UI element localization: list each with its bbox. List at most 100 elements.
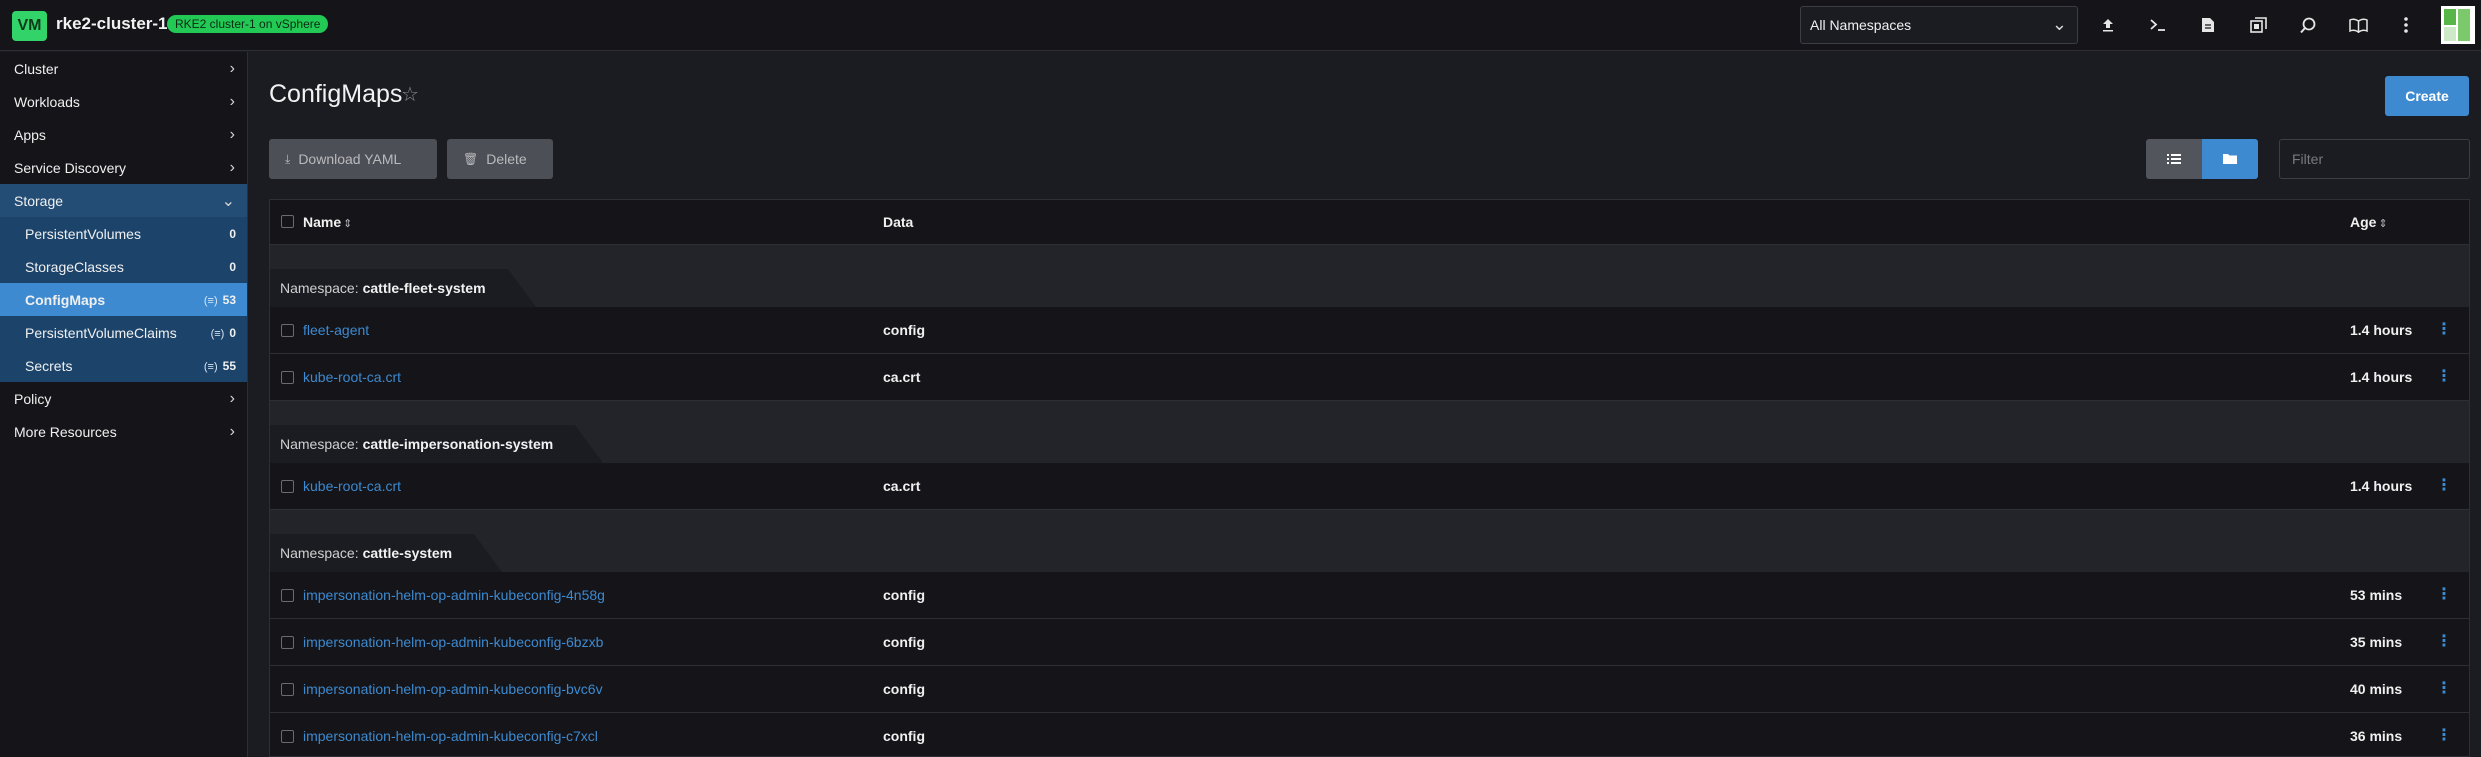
row-actions-icon[interactable]: ⋮ <box>2436 584 2452 604</box>
chevron-right-icon: › <box>229 422 235 440</box>
nav-group-label: More Resources <box>14 423 117 440</box>
row-checkbox[interactable] <box>281 371 294 384</box>
row-checkbox[interactable] <box>281 589 294 602</box>
configmap-data: config <box>883 322 925 338</box>
configmap-name-link[interactable]: impersonation-helm-op-admin-kubeconfig-c… <box>303 728 598 744</box>
configmap-name-link[interactable]: impersonation-helm-op-admin-kubeconfig-4… <box>303 587 605 603</box>
configmap-name-link[interactable]: impersonation-helm-op-admin-kubeconfig-b… <box>303 681 603 697</box>
book-icon[interactable] <box>2345 12 2371 38</box>
nav-group-service-discovery[interactable]: Service Discovery › <box>0 151 247 184</box>
configmap-name-link[interactable]: kube-root-ca.crt <box>303 478 401 494</box>
copy-kubeconfig-icon[interactable] <box>2245 12 2271 38</box>
table-row: impersonation-helm-op-admin-kubeconfig-4… <box>270 572 2469 619</box>
group-by-toggle <box>2146 139 2258 179</box>
chevron-right-icon: › <box>229 389 235 407</box>
sidebar-item-configmaps[interactable]: ConfigMaps (≡) 53 <box>0 283 247 316</box>
chevron-right-icon: › <box>229 92 235 110</box>
configmap-data: ca.crt <box>883 478 921 494</box>
delete-label: Delete <box>486 151 527 167</box>
column-header-data: Data <box>883 214 914 230</box>
configmap-age: 1.4 hours <box>2350 369 2413 385</box>
configmap-age: 1.4 hours <box>2350 322 2413 338</box>
nav-group-more-resources[interactable]: More Resources › <box>0 415 247 448</box>
more-vertical-icon[interactable] <box>2393 12 2419 38</box>
sidebar-item-secrets[interactable]: Secrets (≡) 55 <box>0 349 247 382</box>
chevron-down-icon: ⌄ <box>2051 14 2067 34</box>
configmap-age: 35 mins <box>2350 634 2403 650</box>
configmap-name-link[interactable]: impersonation-helm-op-admin-kubeconfig-6… <box>303 634 603 650</box>
sidebar-item-label: PersistentVolumeClaims <box>25 324 177 341</box>
configmap-data: config <box>883 634 925 650</box>
delete-button[interactable]: 🗑 Delete <box>447 139 553 179</box>
nav-group-label: Policy <box>14 390 52 407</box>
row-actions-icon[interactable]: ⋮ <box>2436 319 2452 339</box>
row-actions-icon[interactable]: ⋮ <box>2436 366 2452 386</box>
table-header: Name ⇕ Data Age ⇕ <box>270 200 2469 245</box>
download-yaml-button[interactable]: ⤓ Download YAML <box>269 139 437 179</box>
user-avatar[interactable] <box>2441 6 2475 44</box>
resource-count-value: 0 <box>229 325 236 340</box>
sort-icon: ⇕ <box>2378 218 2388 230</box>
nav-group-storage[interactable]: Storage ⌄ <box>0 184 247 217</box>
cluster-badge[interactable]: VM <box>12 11 47 41</box>
row-checkbox[interactable] <box>281 683 294 696</box>
column-header-age[interactable]: Age ⇕ <box>2350 214 2388 230</box>
file-icon[interactable] <box>2195 12 2221 38</box>
upload-icon[interactable] <box>2095 12 2121 38</box>
resource-count: (≡) 55 <box>204 359 236 373</box>
row-actions-icon[interactable]: ⋮ <box>2436 678 2452 698</box>
resource-count: 0 <box>229 259 236 274</box>
nav-group-policy[interactable]: Policy › <box>0 382 247 415</box>
flat-list-view-button[interactable] <box>2146 139 2202 179</box>
main-content: ConfigMaps ☆ Create ⤓ Download YAML 🗑 De… <box>249 52 2481 757</box>
configmap-name-link[interactable]: kube-root-ca.crt <box>303 369 401 385</box>
namespaced-icon: (≡) <box>203 294 218 307</box>
filter-input[interactable] <box>2279 139 2470 179</box>
sidebar-item-label: ConfigMaps <box>25 291 106 308</box>
table-row: kube-root-ca.crt ca.crt 1.4 hours ⋮ <box>270 463 2469 510</box>
column-header-name[interactable]: Name ⇕ <box>303 214 352 230</box>
row-actions-icon[interactable]: ⋮ <box>2436 631 2452 651</box>
select-all-checkbox[interactable] <box>281 215 294 228</box>
chevron-right-icon: › <box>229 158 235 176</box>
sidebar-item-persistentvolumes[interactable]: PersistentVolumes 0 <box>0 217 247 250</box>
search-icon[interactable] <box>2295 12 2321 38</box>
cluster-description-badge: RKE2 cluster-1 on vSphere <box>167 15 329 33</box>
nav-group-workloads[interactable]: Workloads › <box>0 85 247 118</box>
configmap-name-link[interactable]: fleet-agent <box>303 322 369 338</box>
nav-group-apps[interactable]: Apps › <box>0 118 247 151</box>
table-row: impersonation-helm-op-admin-kubeconfig-c… <box>270 713 2469 756</box>
table-row: kube-root-ca.crt ca.crt 1.4 hours ⋮ <box>270 354 2469 401</box>
kubectl-shell-icon[interactable] <box>2145 12 2171 38</box>
namespace-group-header: Namespace: cattle-system <box>270 510 2469 572</box>
group-by-namespace-button[interactable] <box>2202 139 2258 179</box>
sort-icon: ⇕ <box>343 218 353 230</box>
row-checkbox[interactable] <box>281 730 294 743</box>
row-actions-icon[interactable]: ⋮ <box>2436 725 2452 745</box>
favorite-star-icon[interactable]: ☆ <box>401 82 419 107</box>
download-yaml-label: Download YAML <box>298 151 402 167</box>
chevron-right-icon: › <box>229 59 235 77</box>
configmap-data: config <box>883 587 925 603</box>
sidebar-item-persistentvolumeclaims[interactable]: PersistentVolumeClaims (≡) 0 <box>0 316 247 349</box>
row-actions-icon[interactable]: ⋮ <box>2436 475 2452 495</box>
configmap-data: config <box>883 728 925 744</box>
row-checkbox[interactable] <box>281 480 294 493</box>
sidebar-item-storageclasses[interactable]: StorageClasses 0 <box>0 250 247 283</box>
configmap-age: 1.4 hours <box>2350 478 2413 494</box>
top-header: VM rke2-cluster-1 RKE2 cluster-1 on vSph… <box>0 0 2481 51</box>
namespaced-icon: (≡) <box>210 327 225 340</box>
nav-group-cluster[interactable]: Cluster › <box>0 52 247 85</box>
sidebar: Cluster › Workloads › Apps › Service Dis… <box>0 52 248 757</box>
create-button[interactable]: Create <box>2385 76 2469 116</box>
namespace-label: Namespace: cattle-fleet-system <box>270 269 536 307</box>
resource-count: 0 <box>229 226 236 241</box>
nav-group-label: Service Discovery <box>14 159 127 176</box>
configmap-data: config <box>883 681 925 697</box>
namespaced-icon: (≡) <box>203 360 218 373</box>
row-checkbox[interactable] <box>281 636 294 649</box>
namespace-label: Namespace: cattle-impersonation-system <box>270 425 604 463</box>
list-icon <box>2167 154 2181 164</box>
row-checkbox[interactable] <box>281 324 294 337</box>
namespace-select[interactable]: All Namespaces ⌄ <box>1800 6 2078 44</box>
